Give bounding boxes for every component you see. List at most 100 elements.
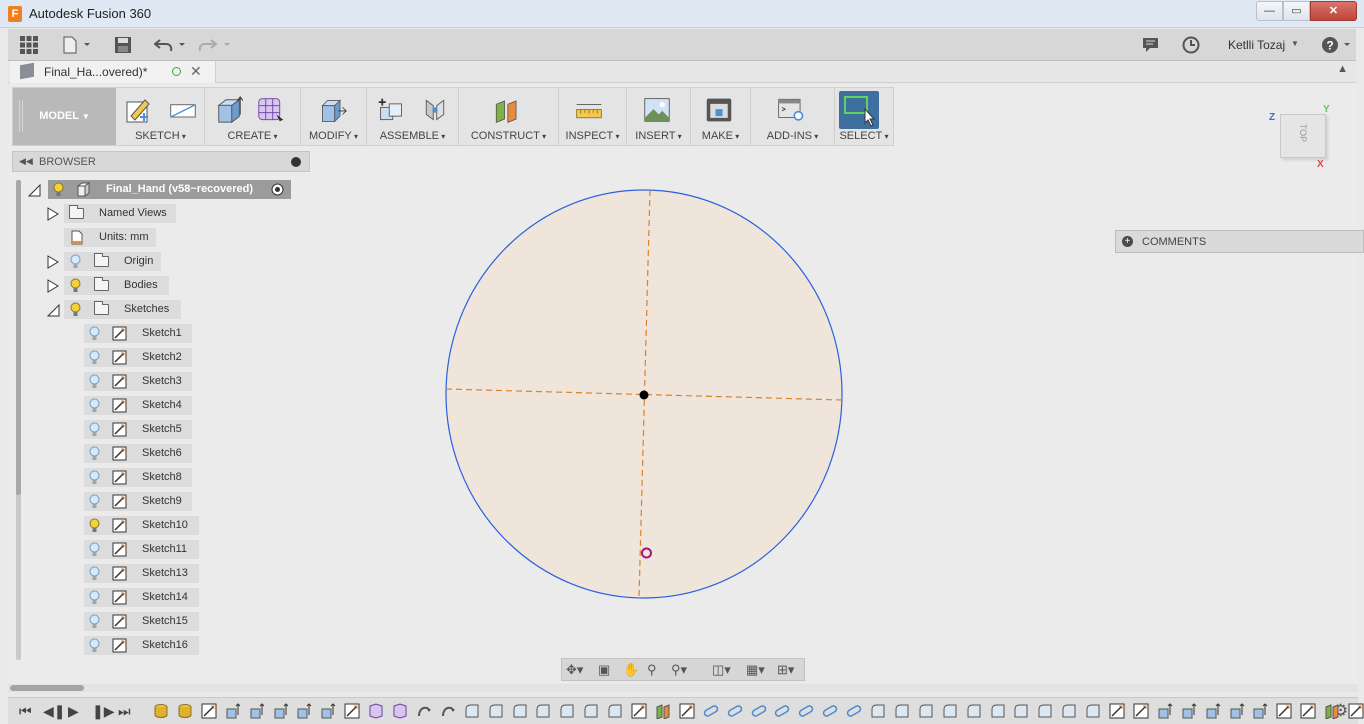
fit-zoom-icon[interactable]: ⚲▾ <box>671 662 687 678</box>
extrude-feature-icon[interactable] <box>273 703 289 719</box>
visibility-bulb-icon[interactable] <box>89 590 100 605</box>
visibility-bulb-icon[interactable] <box>89 518 100 533</box>
visibility-bulb-icon[interactable] <box>70 254 81 269</box>
fillet-feature-icon[interactable] <box>512 703 528 719</box>
fillet-feature-icon[interactable] <box>607 703 623 719</box>
extrude-feature-icon[interactable] <box>1205 703 1221 719</box>
create-sketch-icon[interactable] <box>125 96 153 124</box>
browser-item-sketch15[interactable]: Sketch15 <box>84 612 199 631</box>
browser-item-sketch14[interactable]: Sketch14 <box>84 588 199 607</box>
expand-origin-icon[interactable] <box>47 255 59 269</box>
browser-item-sketch9[interactable]: Sketch9 <box>84 492 192 511</box>
workspace-switcher[interactable]: MODEL ▼ <box>13 88 116 145</box>
browser-scrollbar[interactable] <box>16 180 21 660</box>
viewports-icon[interactable]: ⊞▾ <box>777 662 794 678</box>
step-forward-icon[interactable]: ❚▶ <box>92 702 115 720</box>
browser-horizontal-scrollbar[interactable] <box>8 684 1358 692</box>
extrude-icon[interactable] <box>215 96 243 124</box>
browser-item-sketch6[interactable]: Sketch6 <box>84 444 192 463</box>
browser-item-sketch8[interactable]: Sketch8 <box>84 468 192 487</box>
link-feature-icon[interactable] <box>846 703 862 719</box>
link-feature-icon[interactable] <box>774 703 790 719</box>
press-pull-icon[interactable] <box>319 96 347 124</box>
browser-item-sketch10[interactable]: Sketch10 <box>84 516 199 535</box>
go-to-start-icon[interactable]: ⏮ <box>19 702 32 720</box>
visibility-bulb-icon[interactable] <box>89 494 100 509</box>
extrude-feature-icon[interactable] <box>1252 703 1268 719</box>
browser-item-sketch3[interactable]: Sketch3 <box>84 372 192 391</box>
look-at-icon[interactable]: ▣ <box>598 662 610 678</box>
body-feature-icon[interactable] <box>177 703 193 719</box>
sketch-feature-icon[interactable] <box>201 703 217 719</box>
link-feature-icon[interactable] <box>727 703 743 719</box>
visibility-bulb-icon[interactable] <box>89 470 100 485</box>
browser-item-units[interactable]: Units: mm <box>64 228 156 247</box>
visibility-bulb-icon[interactable] <box>89 614 100 629</box>
viewcube-top-face[interactable]: TOP <box>1298 111 1308 155</box>
extrude-feature-icon[interactable] <box>320 703 336 719</box>
form-feature-icon[interactable] <box>392 703 408 719</box>
fillet-feature-icon[interactable] <box>583 703 599 719</box>
collapse-browser-icon[interactable]: ◀◀ <box>19 156 33 167</box>
browser-item-sketch16[interactable]: Sketch16 <box>84 636 199 655</box>
browser-scroll-thumb[interactable] <box>16 180 21 495</box>
browser-item-sketch4[interactable]: Sketch4 <box>84 396 192 415</box>
visibility-bulb-icon[interactable] <box>89 422 100 437</box>
insert-image-icon[interactable] <box>643 96 671 124</box>
extrude-feature-icon[interactable] <box>225 703 241 719</box>
plane-feature-icon[interactable] <box>655 703 671 719</box>
expand-named-views-icon[interactable] <box>47 207 59 221</box>
visibility-bulb-icon[interactable] <box>70 302 81 317</box>
sketch-feature-icon[interactable] <box>1109 703 1125 719</box>
make-group[interactable]: MAKE <box>691 88 751 145</box>
grid-settings-icon[interactable]: ▦▾ <box>746 662 765 678</box>
browser-item-bodies[interactable]: Bodies <box>64 276 169 295</box>
fillet-feature-icon[interactable] <box>894 703 910 719</box>
offset-plane-icon[interactable] <box>493 96 521 124</box>
zoom-icon[interactable]: ⚲ <box>647 662 657 678</box>
body-feature-icon[interactable] <box>153 703 169 719</box>
assemble-group[interactable]: ASSEMBLE <box>367 88 459 145</box>
browser-item-sketch13[interactable]: Sketch13 <box>84 564 199 583</box>
visibility-bulb-icon[interactable] <box>89 638 100 653</box>
play-icon[interactable]: ▶ <box>68 702 79 720</box>
browser-item-sketch2[interactable]: Sketch2 <box>84 348 192 367</box>
origin-point[interactable] <box>639 390 649 400</box>
fillet-feature-icon[interactable] <box>464 703 480 719</box>
scripts-addins-icon[interactable] <box>777 96 805 124</box>
fillet-feature-icon[interactable] <box>870 703 886 719</box>
browser-item-sketch5[interactable]: Sketch5 <box>84 420 192 439</box>
extrude-feature-icon[interactable] <box>1157 703 1173 719</box>
go-to-end-icon[interactable]: ⏭ <box>118 702 131 720</box>
revolve-feature-icon[interactable] <box>416 703 432 719</box>
orbit-icon[interactable]: ✥▾ <box>566 662 583 678</box>
comments-panel[interactable]: + COMMENTS <box>1115 230 1364 253</box>
fillet-feature-icon[interactable] <box>1013 703 1029 719</box>
sketch-feature-icon[interactable] <box>1300 703 1316 719</box>
browser-item-origin[interactable]: Origin <box>64 252 161 271</box>
step-back-icon[interactable]: ◀❚ <box>43 702 66 720</box>
form-feature-icon[interactable] <box>368 703 384 719</box>
link-feature-icon[interactable] <box>751 703 767 719</box>
select-group[interactable]: SELECT <box>835 88 893 145</box>
activate-radio-icon[interactable] <box>271 183 284 196</box>
link-feature-icon[interactable] <box>703 703 719 719</box>
sketch-feature-icon[interactable] <box>1348 703 1364 719</box>
fillet-feature-icon[interactable] <box>1085 703 1101 719</box>
revolve-feature-icon[interactable] <box>440 703 456 719</box>
stop-sketch-icon[interactable] <box>169 96 197 124</box>
joint-icon[interactable] <box>421 96 449 124</box>
sketch-feature-icon[interactable] <box>344 703 360 719</box>
visibility-bulb-icon[interactable] <box>70 278 81 293</box>
visibility-bulb-icon[interactable] <box>89 326 100 341</box>
fillet-feature-icon[interactable] <box>990 703 1006 719</box>
visibility-bulb-icon[interactable] <box>53 182 64 197</box>
expand-comments-icon[interactable]: + <box>1122 236 1133 247</box>
expand-bodies-icon[interactable] <box>47 279 59 293</box>
insert-group[interactable]: INSERT <box>627 88 691 145</box>
modify-group[interactable]: MODIFY <box>301 88 367 145</box>
fillet-feature-icon[interactable] <box>535 703 551 719</box>
sketch-feature-icon[interactable] <box>1133 703 1149 719</box>
browser-item-sketch1[interactable]: Sketch1 <box>84 324 192 343</box>
sketch-feature-icon[interactable] <box>631 703 647 719</box>
